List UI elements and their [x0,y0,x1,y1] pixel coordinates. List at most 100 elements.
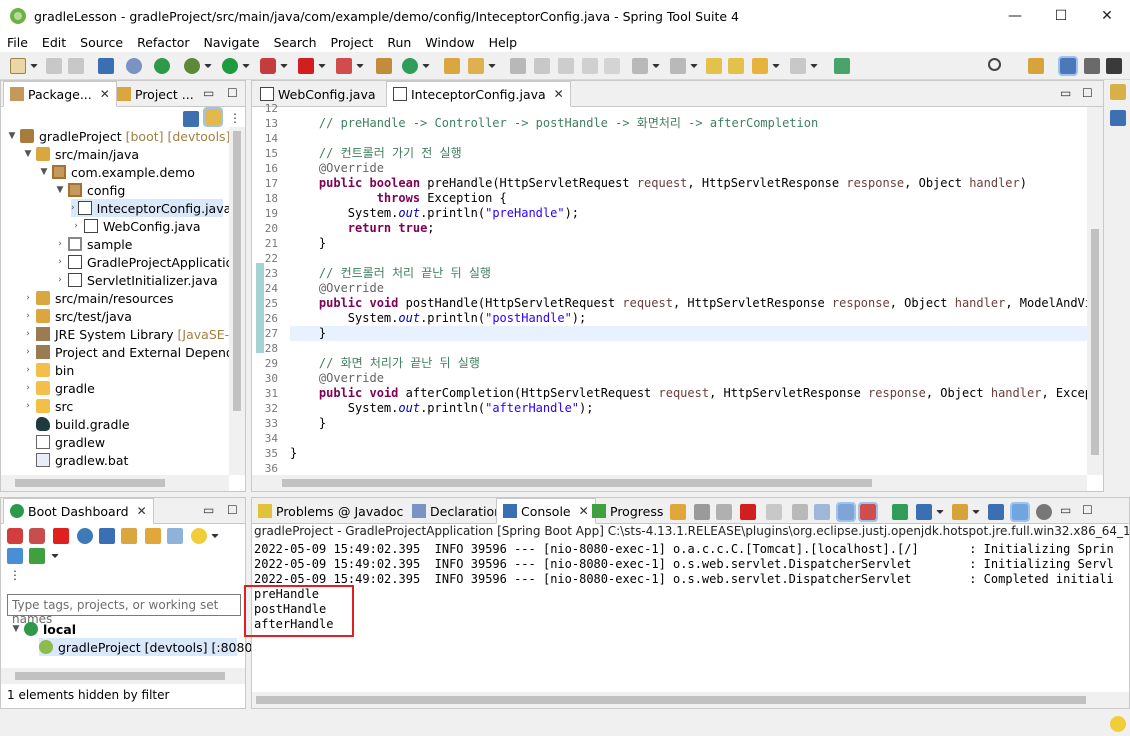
chevron-down-icon[interactable]: ▼ [11,624,21,634]
chevron-right-icon[interactable]: › [55,275,65,285]
pin-editor-icon[interactable] [834,58,850,74]
open-browser-icon[interactable] [77,528,93,544]
chevron-down-icon[interactable]: ▼ [23,149,33,159]
scroll-thumb[interactable] [1091,229,1099,455]
chevron-right-icon[interactable]: › [23,401,33,411]
minimize-view-icon[interactable]: ▭ [203,86,214,100]
tab-boot-dashboard[interactable]: Boot Dashboard ✕ [3,498,154,524]
show-stderr-icon[interactable] [858,502,878,522]
ansi-color-icon[interactable] [1010,502,1030,522]
explorer-horizontal-scrollbar[interactable] [1,475,229,491]
forward-icon[interactable] [790,58,806,74]
tab-problems[interactable]: Problems [252,498,340,524]
minimize-view-icon[interactable]: ▭ [1060,86,1071,100]
tree-item-com-example-demo[interactable]: ▼ com.example.demo [39,163,195,181]
properties-icon[interactable] [167,528,183,544]
tab-console[interactable]: Console ✕ [496,498,596,524]
boot-app-item[interactable]: gradleProject [devtools] [:8080] [39,638,257,656]
editor-horizontal-scrollbar[interactable] [252,475,1087,491]
code-area[interactable]: // preHandle -> Controller -> postHandle… [290,107,1087,475]
tree-item-bin[interactable]: › bin [23,361,74,379]
stop-icon[interactable] [298,58,314,74]
gear-icon[interactable] [1036,504,1052,520]
toggle-block-icon[interactable] [558,58,574,74]
search-icon[interactable] [988,58,1001,71]
chevron-right-icon[interactable]: › [23,293,33,303]
save-icon[interactable] [46,58,62,74]
open-console-arrow-icon[interactable] [972,510,980,514]
back-icon[interactable] [752,58,768,74]
stop-app-icon[interactable] [53,528,69,544]
scroll-thumb[interactable] [15,672,225,680]
debug-icon[interactable] [184,58,200,74]
close-icon[interactable]: ✕ [554,87,564,101]
prev-annotation-dropdown-icon[interactable] [690,64,698,68]
search-tool-icon[interactable] [468,58,484,74]
run-dropdown-icon[interactable] [242,64,250,68]
tree-item-src-test-java[interactable]: › src/test/java [23,307,132,325]
show-stdout-icon[interactable] [836,502,856,522]
tree-item-gradlew-bat[interactable]: gradlew.bat [23,451,128,469]
git-perspective-icon[interactable] [1106,58,1122,74]
view-menu-icon[interactable]: ⋮ [229,111,241,125]
menu-project[interactable]: Project [324,35,381,50]
menu-help[interactable]: Help [482,35,525,50]
back-dropdown-icon[interactable] [772,64,780,68]
tree-item-servletinitializer[interactable]: › ServletInitializer.java [55,271,218,289]
chevron-right-icon[interactable]: › [71,221,81,231]
new-class-icon[interactable] [402,58,418,74]
next-annotation-icon[interactable] [632,58,648,74]
chevron-right-icon[interactable]: › [23,365,33,375]
debug-dropdown-icon[interactable] [204,64,212,68]
forward-edit-icon[interactable] [728,58,744,74]
editor-vertical-scrollbar[interactable] [1087,107,1103,475]
toggle-edit-icon[interactable] [534,58,550,74]
next-annotation-dropdown-icon[interactable] [652,64,660,68]
scroll-thumb[interactable] [282,479,872,487]
maximize-view-icon[interactable]: ☐ [1082,86,1093,100]
scroll-thumb[interactable] [15,479,165,487]
outline-icon[interactable] [1110,110,1126,126]
boot-filter-input[interactable]: Type tags, projects, or working set name… [7,594,241,626]
show-whitespace-icon[interactable] [604,58,620,74]
menu-navigate[interactable]: Navigate [197,35,267,50]
tab-package-explorer[interactable]: Package... ✕ [3,81,117,107]
tree-item-sample[interactable]: › sample [55,235,132,253]
maximize-button[interactable]: ☐ [1038,0,1084,32]
tab-progress[interactable]: Progress [586,498,669,524]
boot-horizontal-scrollbar[interactable] [1,668,245,684]
new-class-dropdown-icon[interactable] [422,64,430,68]
restore-icon[interactable] [1110,84,1126,100]
dropdown-icon[interactable] [211,534,219,538]
console-icon[interactable] [98,58,114,74]
remove-all-terminated-icon[interactable] [716,504,732,520]
pin-console-icon[interactable] [892,504,908,520]
terminate-icon[interactable] [694,504,710,520]
display-dropdown-icon[interactable] [936,510,944,514]
lightbulb-icon[interactable] [1110,716,1126,732]
tab-inteceptorconfig[interactable]: InteceptorConfig.java ✕ [386,81,571,107]
lightbulb-icon[interactable] [191,528,207,544]
display-console-icon[interactable] [916,504,932,520]
close-window-button[interactable]: ✕ [1084,0,1130,32]
open-console-icon[interactable] [99,528,115,544]
collapse-all-icon[interactable] [183,111,199,127]
run-icon[interactable] [222,58,238,74]
chevron-right-icon[interactable]: › [55,257,65,267]
new-package-icon[interactable] [376,58,392,74]
edit-icon[interactable] [145,528,161,544]
chevron-right-icon[interactable]: › [55,239,65,249]
clear-console-icon[interactable] [766,504,782,520]
word-wrap-console-icon[interactable] [814,504,830,520]
expose-icon[interactable] [121,528,137,544]
menu-edit[interactable]: Edit [35,35,73,50]
add-dropdown-icon[interactable] [51,554,59,558]
word-wrap-icon[interactable] [582,58,598,74]
add-icon[interactable] [29,548,45,564]
console-horizontal-scrollbar[interactable] [252,692,1129,708]
minimize-view-icon[interactable]: ▭ [203,503,214,517]
chevron-right-icon[interactable]: › [23,311,33,321]
menu-window[interactable]: Window [418,35,481,50]
view-menu-icon[interactable]: ⋮ [9,568,21,582]
restart-icon[interactable] [7,528,23,544]
